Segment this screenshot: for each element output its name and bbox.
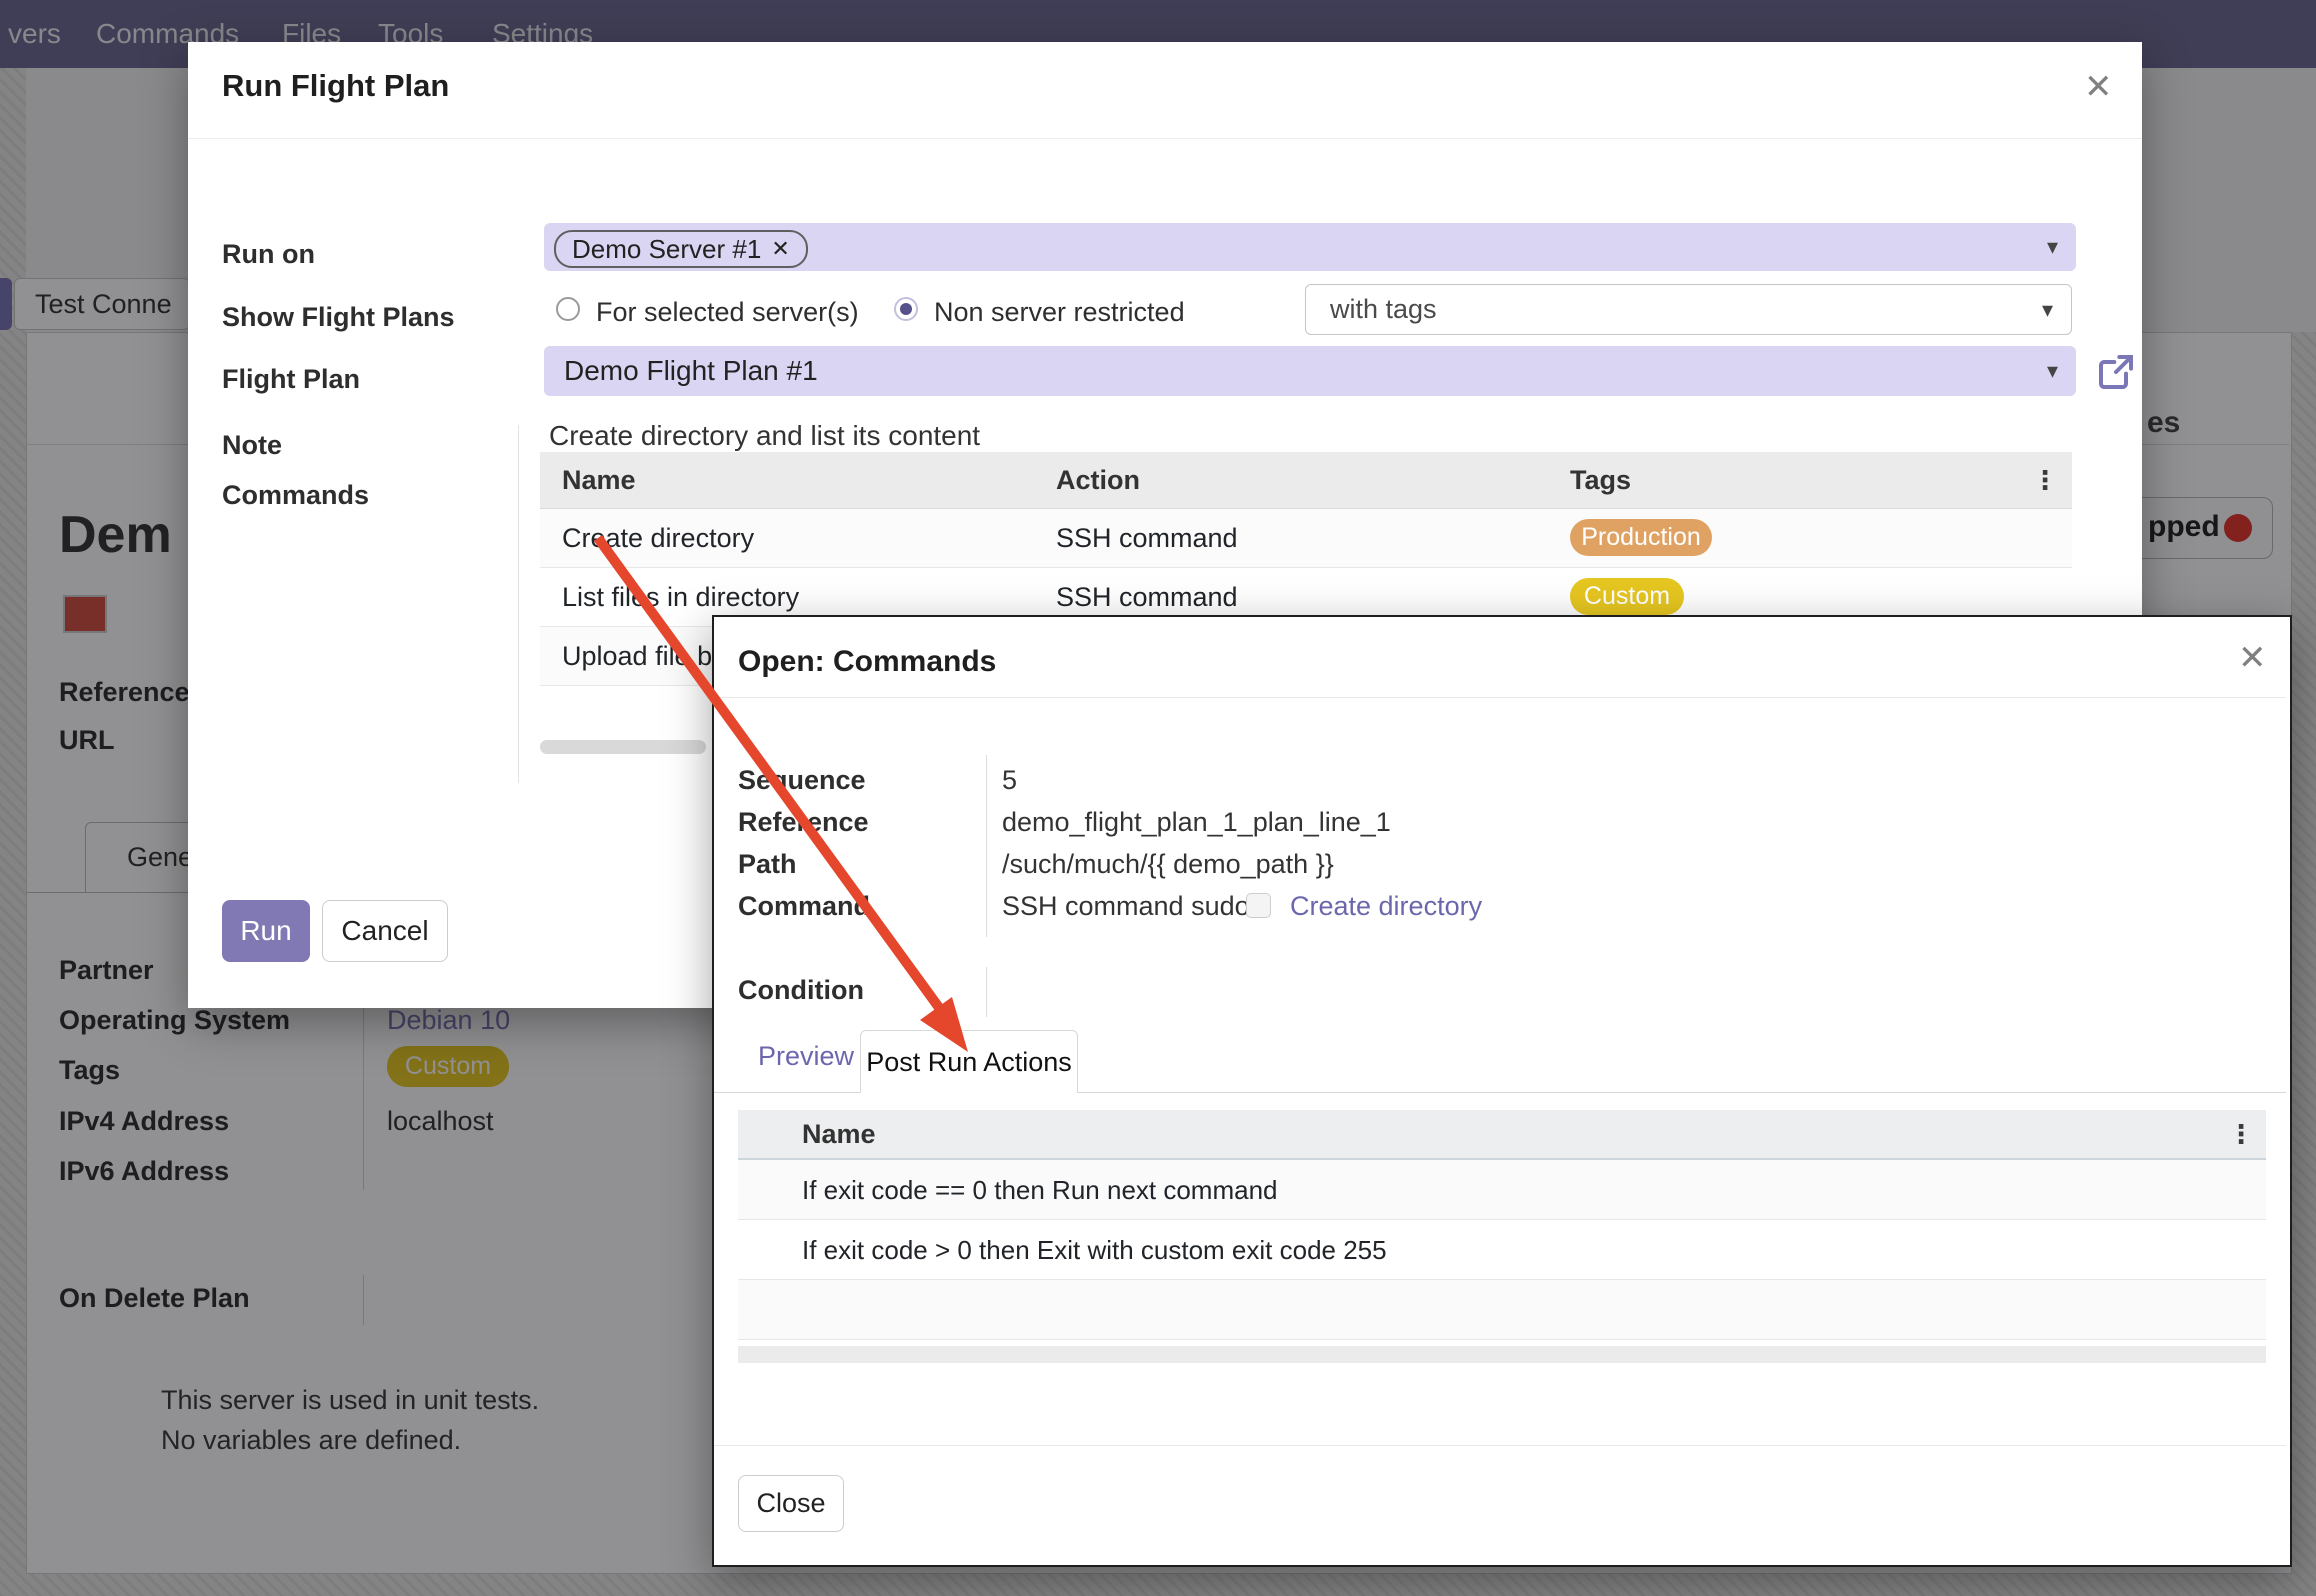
col-action[interactable]: Action <box>1056 465 1140 496</box>
post-table-header: Name ⋮ <box>738 1110 2266 1160</box>
table-footer-strip <box>738 1346 2266 1363</box>
radio-non-server-restricted-label[interactable]: Non server restricted <box>934 297 1185 328</box>
radio-selected-servers-label[interactable]: For selected server(s) <box>596 297 859 328</box>
external-link-icon[interactable] <box>2096 352 2136 392</box>
tab-preview[interactable]: Preview <box>758 1041 854 1072</box>
run-modal-title: Run Flight Plan <box>222 68 449 104</box>
row-name: Create directory <box>562 523 754 554</box>
open-modal-title: Open: Commands <box>738 645 996 679</box>
tags-filter-select[interactable]: with tags ▾ <box>1305 284 2072 335</box>
cancel-button[interactable]: Cancel <box>322 900 448 962</box>
flight-plan-description: Create directory and list its content <box>549 420 980 452</box>
row-name: If exit code > 0 then Exit with custom e… <box>802 1235 1387 1266</box>
note-label: Note <box>222 430 282 461</box>
open-modal-footer-divider <box>714 1445 2286 1446</box>
tags-filter-value: with tags <box>1330 294 1437 325</box>
open-modal-header-divider <box>714 697 2286 698</box>
command-checkbox[interactable] <box>1246 893 1271 918</box>
col-name[interactable]: Name <box>802 1119 876 1150</box>
tag-custom-badge: Custom <box>1570 578 1684 615</box>
sequence-label: Sequence <box>738 765 866 796</box>
table-row[interactable]: If exit code > 0 then Exit with custom e… <box>738 1220 2266 1280</box>
table-row-empty <box>738 1280 2266 1340</box>
path-value: /such/much/{{ demo_path }} <box>1002 849 1334 880</box>
table-options-icon[interactable]: ⋮ <box>2032 465 2058 496</box>
condition-label: Condition <box>738 975 864 1006</box>
col-name[interactable]: Name <box>562 465 636 496</box>
command-value: SSH command sudo <box>1002 891 1250 922</box>
chevron-down-icon[interactable]: ▾ <box>2042 297 2053 323</box>
server-tag-label: Demo Server #1 <box>572 234 761 265</box>
horizontal-scrollbar[interactable] <box>540 740 706 754</box>
run-modal-close-icon[interactable]: ✕ <box>2084 70 2113 104</box>
reference-value: demo_flight_plan_1_plan_line_1 <box>1002 807 1391 838</box>
show-flight-plans-label: Show Flight Plans <box>222 302 455 333</box>
row-action: SSH command <box>1056 523 1238 554</box>
flight-plan-select[interactable]: Demo Flight Plan #1 ▾ <box>544 346 2076 396</box>
table-row[interactable]: Create directory SSH command Production <box>540 509 2072 568</box>
chevron-down-icon[interactable]: ▾ <box>2047 358 2058 384</box>
row-action: SSH command <box>1056 582 1238 613</box>
commands-label: Commands <box>222 480 369 511</box>
remove-tag-icon[interactable]: ✕ <box>771 236 789 262</box>
row-name: Upload file by <box>562 641 726 672</box>
condition-divider <box>986 967 987 1017</box>
path-label: Path <box>738 849 797 880</box>
flight-plan-label: Flight Plan <box>222 364 360 395</box>
post-run-actions-table: Name ⋮ If exit code == 0 then Run next c… <box>738 1110 2266 1340</box>
open-modal-label-divider <box>986 755 987 937</box>
open-commands-modal: Open: Commands ✕ Sequence Reference Path… <box>712 615 2292 1567</box>
chevron-down-icon[interactable]: ▾ <box>2047 234 2058 260</box>
commands-table-header: Name Action Tags ⋮ <box>540 452 2072 509</box>
row-name: If exit code == 0 then Run next command <box>802 1175 1278 1206</box>
run-button[interactable]: Run <box>222 900 310 962</box>
flight-plan-value: Demo Flight Plan #1 <box>564 355 818 387</box>
radio-selected-servers[interactable] <box>556 297 580 321</box>
open-modal-close-icon[interactable]: ✕ <box>2238 641 2267 675</box>
run-modal-label-divider <box>518 425 519 783</box>
run-on-select[interactable]: Demo Server #1 ✕ ▾ <box>544 223 2076 271</box>
radio-non-server-restricted[interactable] <box>894 297 918 321</box>
close-button[interactable]: Close <box>738 1475 844 1532</box>
command-create-directory-link[interactable]: Create directory <box>1290 891 1482 922</box>
screen: vers Commands Files Tools Settings Test … <box>0 0 2316 1596</box>
col-tags[interactable]: Tags <box>1570 465 1631 496</box>
tab-post-run-actions[interactable]: Post Run Actions <box>860 1030 1078 1093</box>
run-modal-header-divider <box>188 138 2142 139</box>
server-tag-chip[interactable]: Demo Server #1 ✕ <box>554 230 808 268</box>
reference-label: Reference <box>738 807 869 838</box>
sequence-value: 5 <box>1002 765 1017 796</box>
command-label: Command <box>738 891 870 922</box>
tag-production-badge: Production <box>1570 519 1712 556</box>
table-row[interactable]: If exit code == 0 then Run next command <box>738 1160 2266 1220</box>
run-on-label: Run on <box>222 239 315 270</box>
row-name: List files in directory <box>562 582 799 613</box>
table-options-icon[interactable]: ⋮ <box>2228 1119 2254 1150</box>
